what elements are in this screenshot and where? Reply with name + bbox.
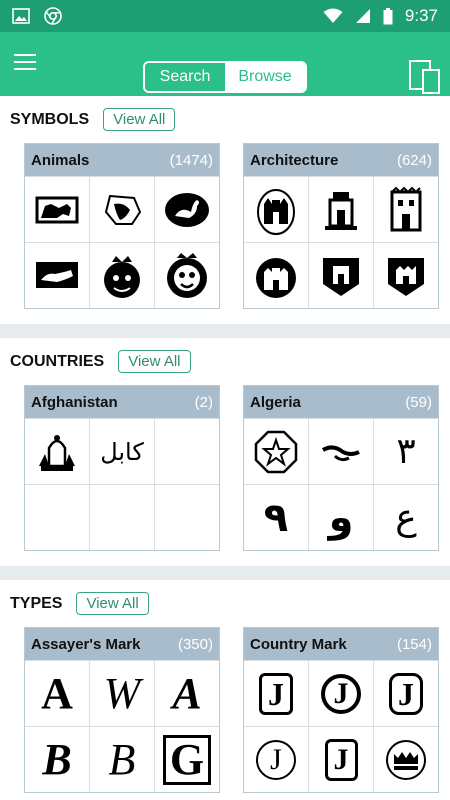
card-title: Architecture: [250, 151, 339, 169]
mark-thumbnail[interactable]: [155, 177, 219, 242]
mark-thumbnail[interactable]: ٣: [374, 419, 438, 484]
mark-thumbnail[interactable]: [374, 727, 438, 792]
tab-browse[interactable]: Browse: [225, 63, 305, 91]
mark-thumbnail[interactable]: [374, 177, 438, 242]
search-browse-toggle: Search Browse: [143, 61, 307, 93]
mark-text: J: [321, 673, 361, 714]
empty-cell: [90, 485, 154, 550]
wifi-icon: [323, 8, 343, 23]
mark-text: ٩: [263, 494, 289, 541]
category-card-animals[interactable]: Animals (1474): [24, 143, 220, 309]
category-card-algeria[interactable]: Algeria (59) ٣ ٩ و ع: [243, 385, 439, 551]
category-card-country-mark[interactable]: Country Mark (154) J J J J J: [243, 627, 439, 793]
tab-search[interactable]: Search: [145, 63, 225, 91]
empty-cell: [155, 419, 219, 484]
card-count: (59): [405, 393, 432, 411]
mark-thumbnail[interactable]: A: [25, 661, 89, 726]
mark-thumbnail[interactable]: [25, 243, 89, 308]
mark-thumbnail[interactable]: J: [309, 727, 373, 792]
mark-text: ع: [395, 497, 417, 538]
mark-thumbnail[interactable]: ٩: [244, 485, 308, 550]
empty-cell: [155, 485, 219, 550]
mark-text: G: [162, 734, 212, 785]
card-count: (624): [396, 151, 432, 169]
category-card-assayers-mark[interactable]: Assayer's Mark (350) A W A B B G: [24, 627, 220, 793]
mark-thumbnail[interactable]: W: [90, 661, 154, 726]
mark-text: A: [172, 669, 202, 718]
mark-text: ٣: [396, 431, 416, 472]
signal-icon: [355, 9, 370, 23]
mark-thumbnail[interactable]: ع: [374, 485, 438, 550]
card-title: Animals: [31, 151, 90, 169]
menu-icon[interactable]: [14, 54, 36, 72]
devices-icon[interactable]: [409, 60, 441, 94]
mark-text: J: [324, 738, 358, 781]
mark-thumbnail[interactable]: [244, 419, 308, 484]
mark-thumbnail[interactable]: J: [309, 661, 373, 726]
mark-thumbnail[interactable]: [90, 177, 154, 242]
app-bar: Search Browse: [0, 32, 450, 96]
section-divider: [0, 566, 450, 580]
countries-section: COUNTRIES View All Afghanistan (2) كابل A…: [0, 338, 450, 566]
mark-thumbnail[interactable]: [25, 419, 89, 484]
mark-text: B: [108, 735, 136, 784]
section-title: SYMBOLS: [10, 110, 90, 128]
mark-thumbnail[interactable]: J: [244, 661, 308, 726]
category-card-architecture[interactable]: Architecture (624): [243, 143, 439, 309]
status-bar: 9:37: [0, 0, 450, 32]
symbols-section: SYMBOLS View All Animals (1474) Architect…: [0, 96, 450, 324]
mark-thumbnail[interactable]: [90, 243, 154, 308]
mark-text: كابل: [100, 437, 144, 466]
types-section: TYPES View All Assayer's Mark (350) A W A…: [0, 580, 450, 800]
mark-text: A: [41, 669, 73, 718]
category-card-afghanistan[interactable]: Afghanistan (2) كابل: [24, 385, 220, 551]
mark-thumbnail[interactable]: [309, 419, 373, 484]
mark-thumbnail[interactable]: [244, 243, 308, 308]
mark-text: J: [256, 739, 296, 780]
card-count: (154): [396, 635, 432, 653]
mark-thumbnail[interactable]: كابل: [90, 419, 154, 484]
card-count: (350): [177, 635, 213, 653]
mark-thumbnail[interactable]: [309, 177, 373, 242]
mark-thumbnail[interactable]: J: [244, 727, 308, 792]
view-all-button[interactable]: View All: [76, 592, 149, 615]
card-count: (1474): [169, 151, 213, 169]
mark-thumbnail[interactable]: A: [155, 661, 219, 726]
mark-thumbnail[interactable]: و: [309, 485, 373, 550]
section-title: COUNTRIES: [10, 352, 105, 370]
mark-thumbnail[interactable]: [25, 177, 89, 242]
mark-thumbnail[interactable]: J: [374, 661, 438, 726]
card-count: (2): [194, 393, 213, 411]
mark-text: B: [42, 735, 72, 784]
mark-thumbnail[interactable]: G: [155, 727, 219, 792]
view-all-button[interactable]: View All: [103, 108, 176, 131]
mark-thumbnail[interactable]: B: [90, 727, 154, 792]
mark-text: W: [103, 669, 141, 718]
status-time: 9:37: [404, 6, 438, 25]
empty-cell: [25, 485, 89, 550]
mark-thumbnail[interactable]: B: [25, 727, 89, 792]
card-title: Assayer's Mark: [31, 635, 141, 653]
card-title: Algeria: [250, 393, 301, 411]
mark-text: و: [328, 494, 354, 541]
mark-thumbnail[interactable]: [244, 177, 308, 242]
view-all-button[interactable]: View All: [118, 350, 191, 373]
mark-text: J: [389, 672, 423, 715]
card-title: Afghanistan: [31, 393, 118, 411]
section-divider: [0, 324, 450, 338]
mark-thumbnail[interactable]: [374, 243, 438, 308]
mark-thumbnail[interactable]: [155, 243, 219, 308]
chrome-icon: [44, 7, 62, 25]
battery-icon: [383, 7, 393, 24]
section-title: TYPES: [10, 594, 63, 612]
mark-thumbnail[interactable]: [309, 243, 373, 308]
card-title: Country Mark: [250, 635, 347, 653]
image-icon: [12, 8, 30, 24]
mark-text: J: [259, 672, 293, 715]
